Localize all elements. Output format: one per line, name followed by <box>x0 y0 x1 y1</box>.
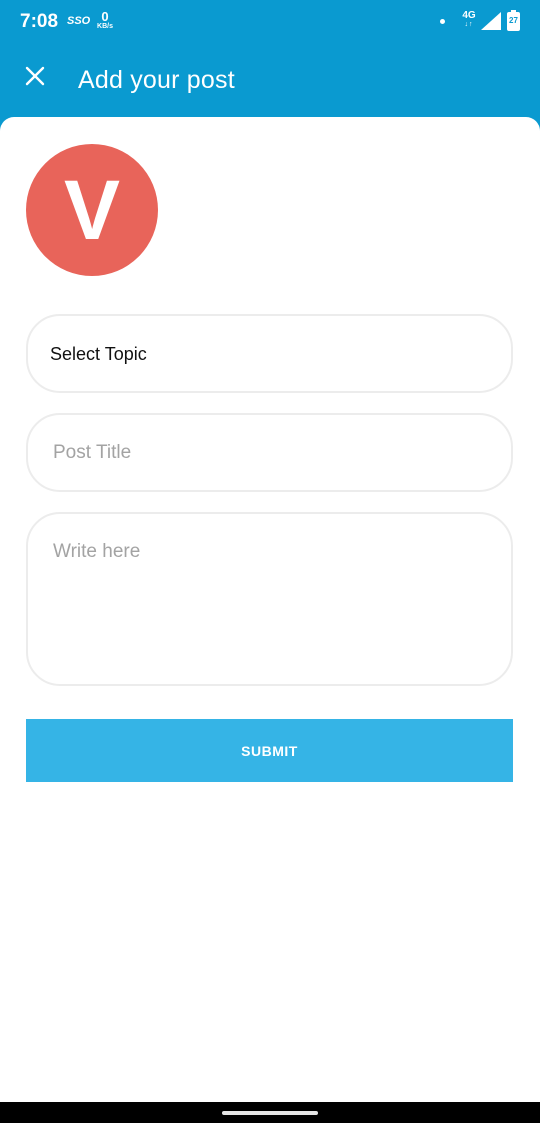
battery-level: 27 <box>509 16 518 25</box>
post-body-field-container <box>26 512 513 686</box>
network-indicator: 4G ↓↑ <box>459 10 479 29</box>
avatar-letter: V <box>63 163 121 257</box>
status-bar: 7:08 SSO 0 KB/s 4G ↓↑ 27 <box>0 0 540 44</box>
network-activity-icon: ↓↑ <box>464 21 474 28</box>
navigation-bar <box>0 1102 540 1123</box>
topic-select-label: Select Topic <box>50 344 147 364</box>
app-bar: Add your post <box>0 44 540 117</box>
data-speed-indicator: 0 KB/s <box>94 10 116 30</box>
post-form-card: V Select Topic SUBMIT <box>0 117 540 1102</box>
avatar: V <box>26 144 158 276</box>
close-icon <box>25 66 45 86</box>
data-speed-unit: KB/s <box>97 23 113 30</box>
status-time: 7:08 <box>20 11 59 32</box>
close-button[interactable] <box>16 57 54 95</box>
notification-dot-icon <box>440 19 445 24</box>
post-title-input[interactable] <box>53 442 483 464</box>
topic-select[interactable]: Select Topic <box>26 314 513 393</box>
submit-button[interactable]: SUBMIT <box>26 719 513 782</box>
battery-icon: 27 <box>507 10 520 31</box>
network-type: 4G <box>462 10 476 21</box>
sso-indicator: SSO <box>67 15 91 27</box>
home-handle[interactable] <box>222 1111 318 1115</box>
post-title-field-container <box>26 413 513 492</box>
page-title: Add your post <box>78 66 235 94</box>
post-body-textarea[interactable] <box>53 541 483 661</box>
data-speed-value: 0 <box>101 9 109 24</box>
signal-icon <box>481 12 501 30</box>
